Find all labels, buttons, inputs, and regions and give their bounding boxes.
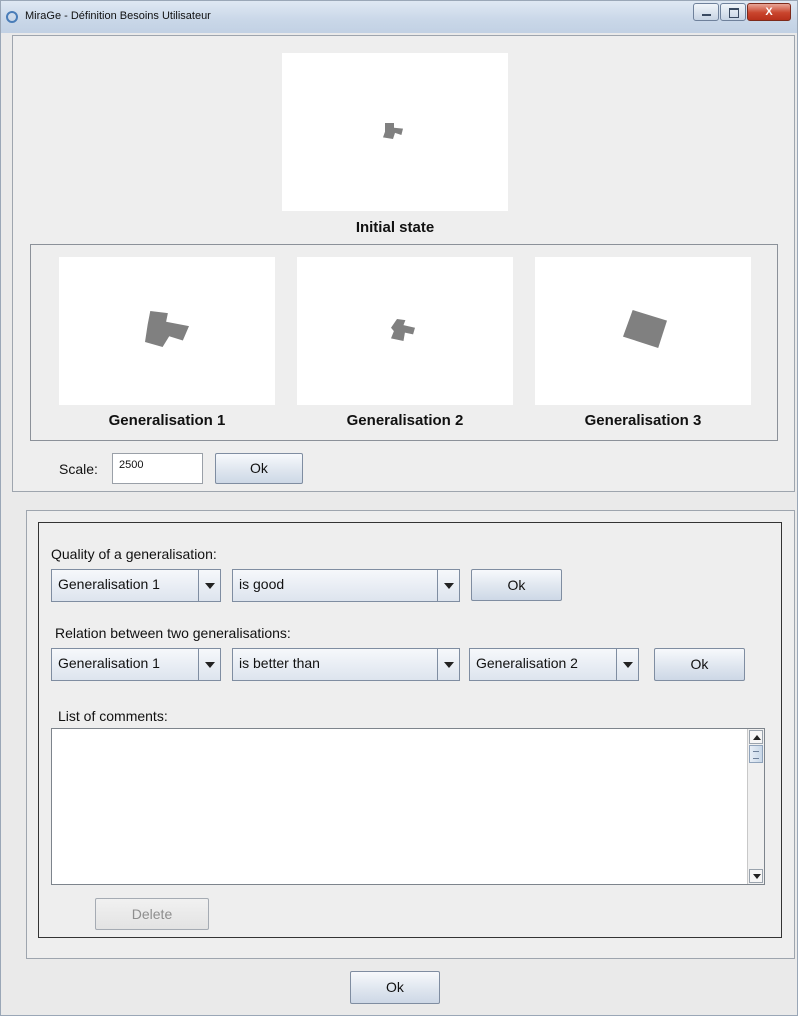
comments-scrollbar[interactable] [747,729,764,884]
window-title: MiraGe - Définition Besoins Utilisateur [25,10,211,22]
preview-panel: Initial state Generalisation 1 Generalis… [12,35,795,492]
scroll-thumb[interactable] [749,745,763,763]
generalisations-frame: Generalisation 1 Generalisation 2 Genera… [30,244,778,441]
building-shape [623,310,667,348]
scroll-up-icon[interactable] [749,730,763,744]
close-button[interactable]: X [747,3,791,21]
evaluation-frame: Quality of a generalisation: Generalisat… [38,522,782,938]
quality-ok-button[interactable]: Ok [471,569,562,601]
building-shape [391,319,415,341]
maximize-button[interactable] [720,3,746,21]
relation-ok-button[interactable]: Ok [654,648,745,681]
relation-type-select[interactable]: is better than [232,648,460,681]
dropdown-arrow-icon[interactable] [437,570,459,601]
main-ok-button[interactable]: Ok [350,971,440,1004]
scale-label: Scale: [59,461,98,477]
generalisation-1-caption: Generalisation 1 [108,412,226,429]
delete-comment-label: Delete [131,906,173,922]
title-bar[interactable]: MiraGe - Définition Besoins Utilisateur … [1,1,797,33]
relation-first-value: Generalisation 1 [58,655,160,671]
main-window: MiraGe - Définition Besoins Utilisateur … [0,0,798,1016]
initial-state-image [282,53,508,211]
quality-label: Quality of a generalisation: [51,546,217,562]
quality-generalisation-select[interactable]: Generalisation 1 [51,569,221,602]
comments-list[interactable] [51,728,765,885]
relation-ok-label: Ok [690,656,709,672]
quality-ok-label: Ok [507,577,526,593]
dropdown-arrow-icon[interactable] [198,649,220,680]
scroll-down-icon[interactable] [749,869,763,883]
generalisation-3-caption: Generalisation 3 [584,412,702,429]
quality-judgement-value: is good [239,576,285,592]
quality-judgement-select[interactable]: is good [232,569,460,602]
generalisation-3-image[interactable] [535,257,751,405]
relation-first-select[interactable]: Generalisation 1 [51,648,221,681]
dropdown-arrow-icon[interactable] [616,649,638,680]
generalisation-2-caption: Generalisation 2 [346,412,464,429]
dropdown-arrow-icon[interactable] [437,649,459,680]
scale-ok-label: Ok [250,460,268,476]
minimize-icon [702,14,711,16]
close-icon: X [765,6,773,18]
initial-state-caption: Initial state [355,219,435,236]
relation-type-value: is better than [239,655,320,671]
relation-label: Relation between two generalisations: [55,625,291,641]
dropdown-arrow-icon[interactable] [198,570,220,601]
evaluation-panel: Quality of a generalisation: Generalisat… [26,510,795,959]
building-shape [145,311,189,347]
generalisation-2-image[interactable] [297,257,513,405]
scale-ok-button[interactable]: Ok [215,453,303,484]
main-ok-label: Ok [386,979,404,995]
delete-comment-button[interactable]: Delete [95,898,209,930]
scale-input[interactable]: 2500 [112,453,203,484]
window-controls: X [692,3,791,23]
relation-second-value: Generalisation 2 [476,655,578,671]
quality-generalisation-value: Generalisation 1 [58,576,160,592]
app-icon [6,11,18,23]
maximize-icon [729,8,739,18]
comments-label: List of comments: [58,708,168,724]
building-shape [383,123,403,139]
relation-second-select[interactable]: Generalisation 2 [469,648,639,681]
generalisation-1-image[interactable] [59,257,275,405]
minimize-button[interactable] [693,3,719,21]
